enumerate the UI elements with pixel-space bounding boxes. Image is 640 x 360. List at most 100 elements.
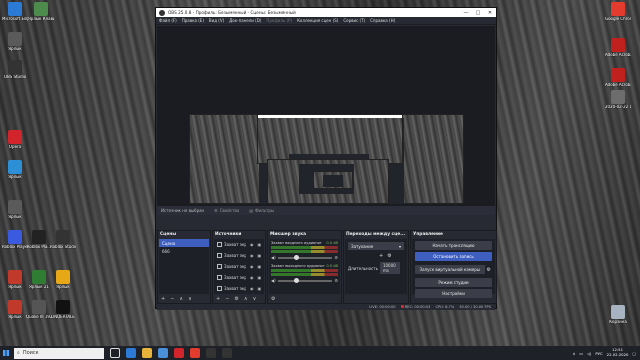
desktop-icon[interactable]: Roblox Pla... bbox=[26, 230, 52, 249]
menu-item[interactable]: Справка (H) bbox=[370, 18, 395, 23]
start-button[interactable] bbox=[0, 346, 12, 360]
eye-icon[interactable]: ◉ bbox=[250, 242, 254, 247]
taskbar-search[interactable]: ⌕ Поиск bbox=[14, 347, 104, 359]
menu-item[interactable]: Сервис (T) bbox=[343, 18, 365, 23]
minimize-icon[interactable]: — bbox=[460, 10, 472, 16]
lock-icon[interactable]: ▣ bbox=[258, 264, 262, 269]
speaker-icon[interactable]: ◀) bbox=[271, 278, 276, 283]
edge-icon[interactable] bbox=[126, 348, 136, 358]
lock-icon[interactable]: ▣ bbox=[258, 253, 262, 258]
eye-icon[interactable]: ◉ bbox=[250, 253, 254, 258]
transition-gear-icon[interactable]: ⚙ bbox=[387, 253, 391, 259]
chrome-icon[interactable] bbox=[190, 348, 200, 358]
tray-up-icon[interactable]: ∧ bbox=[573, 351, 576, 356]
source-item[interactable]: Захват экр ◉ ▣ bbox=[214, 283, 264, 294]
desktop-icon[interactable]: Roblox Studio bbox=[50, 230, 76, 249]
close-icon[interactable]: ✕ bbox=[484, 10, 496, 16]
volume-slider-knob[interactable] bbox=[294, 254, 300, 260]
control-button[interactable]: Начать трансляцию bbox=[415, 241, 492, 250]
desktop-icon[interactable]: Quake III 1920x1080 bbox=[26, 300, 52, 319]
desktop-icon[interactable]: Ярлык bbox=[2, 300, 28, 319]
volume-icon[interactable]: ◁) bbox=[587, 351, 591, 356]
source-footer-button[interactable]: ∨ bbox=[253, 296, 257, 302]
source-item[interactable]: Захват экр ◉ ▣ bbox=[214, 272, 264, 283]
add-transition-icon[interactable]: + bbox=[379, 253, 383, 259]
speaker-icon[interactable]: ◀) bbox=[271, 255, 276, 260]
desktop-icon[interactable]: Roblox Player bbox=[2, 230, 28, 249]
menu-item[interactable]: Док-панели (D) bbox=[229, 18, 261, 23]
desktop-icon[interactable]: Ярлык Клавиатура bbox=[28, 2, 54, 21]
task-view-icon[interactable] bbox=[110, 348, 120, 358]
lock-icon[interactable]: ▣ bbox=[258, 242, 262, 247]
source-footer-button[interactable]: − bbox=[225, 296, 229, 302]
obs-window: OBS 25.0.8 - Профиль: Безымянный - Сцены… bbox=[155, 7, 497, 310]
store-icon[interactable] bbox=[158, 348, 168, 358]
volume-slider[interactable] bbox=[277, 254, 333, 260]
eye-icon[interactable]: ◉ bbox=[250, 286, 254, 291]
roblox-icon[interactable] bbox=[206, 348, 216, 358]
scene-item[interactable]: 666 bbox=[159, 247, 209, 255]
maximize-icon[interactable]: □ bbox=[472, 10, 484, 16]
eye-icon[interactable]: ◉ bbox=[250, 264, 254, 269]
mixer-gear-icon[interactable]: ⚙ bbox=[271, 296, 275, 302]
desktop-icon[interactable]: Ярлык bbox=[50, 270, 76, 289]
menu-item[interactable]: Вид (V) bbox=[209, 18, 224, 23]
desktop-icon[interactable]: 2020-02-22 14-36-07 bbox=[605, 90, 631, 109]
source-footer-button[interactable]: + bbox=[216, 296, 220, 302]
volume-slider-knob[interactable] bbox=[294, 277, 300, 283]
control-button[interactable]: Остановить запись bbox=[415, 252, 492, 261]
system-tray: ∧ ▭ ◁) РУС 12:51 22.02.2020 ▢ bbox=[573, 348, 640, 357]
control-button[interactable]: Настройки bbox=[415, 289, 492, 298]
scene-footer-button[interactable]: − bbox=[170, 296, 174, 302]
desktop-icon[interactable]: Google Chrome bbox=[605, 2, 631, 21]
source-item[interactable]: Захват экр ◉ ▣ bbox=[214, 261, 264, 272]
menu-item[interactable]: Правка (E) bbox=[182, 18, 204, 23]
desktop-icon[interactable]: Microsoft Edge bbox=[2, 2, 28, 21]
duration-input[interactable]: 10000 ms bbox=[379, 262, 400, 274]
transition-select[interactable]: Затухание ▾ bbox=[348, 242, 404, 250]
desktop-icon[interactable]: Opera bbox=[2, 130, 28, 149]
desktop-icon[interactable]: OBS Studio bbox=[2, 60, 28, 79]
notifications-icon[interactable]: ▢ bbox=[632, 351, 636, 356]
menu-item[interactable]: Файл (F) bbox=[159, 18, 177, 23]
desktop-icon[interactable]: UNDERTALE bbox=[50, 300, 76, 319]
obs-icon[interactable] bbox=[222, 348, 232, 358]
source-footer-button[interactable]: ∧ bbox=[244, 296, 248, 302]
desktop-icon-label: Корзина bbox=[609, 320, 627, 324]
scene-item[interactable]: Сцена bbox=[159, 239, 209, 247]
virtual-camera-gear-icon[interactable]: ⚙ bbox=[487, 267, 491, 273]
scene-footer-button[interactable]: ∨ bbox=[188, 296, 192, 302]
source-item[interactable]: Захват экр ◉ ▣ bbox=[214, 250, 264, 261]
volume-slider[interactable] bbox=[277, 277, 333, 283]
lock-icon[interactable]: ▣ bbox=[258, 286, 262, 291]
desktop-icon[interactable]: Ярлык 21 bbox=[26, 270, 52, 289]
filters-button[interactable]: ▤ Фильтры bbox=[249, 208, 274, 213]
track-gear-icon[interactable]: ⚙ bbox=[334, 255, 338, 260]
control-button[interactable]: Режим студии bbox=[415, 278, 492, 287]
scene-footer-button[interactable]: ∧ bbox=[179, 296, 183, 302]
menu-item[interactable]: Профиль (P) bbox=[266, 18, 292, 23]
desktop-icon[interactable]: Ярлык bbox=[2, 200, 28, 219]
source-footer-button[interactable]: ⚙ bbox=[234, 296, 238, 302]
desktop-icon[interactable]: Ярлык bbox=[2, 160, 28, 179]
properties-button[interactable]: ⚙ Свойства bbox=[214, 208, 239, 213]
desktop-icon[interactable]: Ярлык bbox=[2, 270, 28, 289]
desktop-icon[interactable]: Корзина bbox=[605, 305, 631, 324]
desktop-icon[interactable]: Adobe Acrobat Reader DC bbox=[605, 68, 631, 87]
desktop-icon[interactable]: Adobe Acrobat Reader DC bbox=[605, 38, 631, 57]
eye-icon[interactable]: ◉ bbox=[250, 275, 254, 280]
opera-icon[interactable] bbox=[174, 348, 184, 358]
obs-preview[interactable] bbox=[157, 26, 495, 206]
control-button[interactable]: Запуск виртуальной камеры bbox=[415, 265, 485, 274]
network-icon[interactable]: ▭ bbox=[579, 351, 583, 356]
track-gear-icon[interactable]: ⚙ bbox=[334, 278, 338, 283]
menu-item[interactable]: Коллекция сцен (S) bbox=[297, 18, 338, 23]
desktop-icon[interactable]: Ярлык bbox=[2, 32, 28, 51]
explorer-icon[interactable] bbox=[142, 348, 152, 358]
language-indicator[interactable]: РУС bbox=[595, 351, 602, 356]
scene-footer-button[interactable]: + bbox=[161, 296, 165, 302]
lock-icon[interactable]: ▣ bbox=[258, 275, 262, 280]
source-item[interactable]: Захват экр ◉ ▣ bbox=[214, 239, 264, 250]
clock[interactable]: 12:51 22.02.2020 bbox=[607, 348, 629, 357]
mixer-track: Захват выходного аудиопот 0.0 dB ◀) ⚙ bbox=[269, 262, 340, 285]
